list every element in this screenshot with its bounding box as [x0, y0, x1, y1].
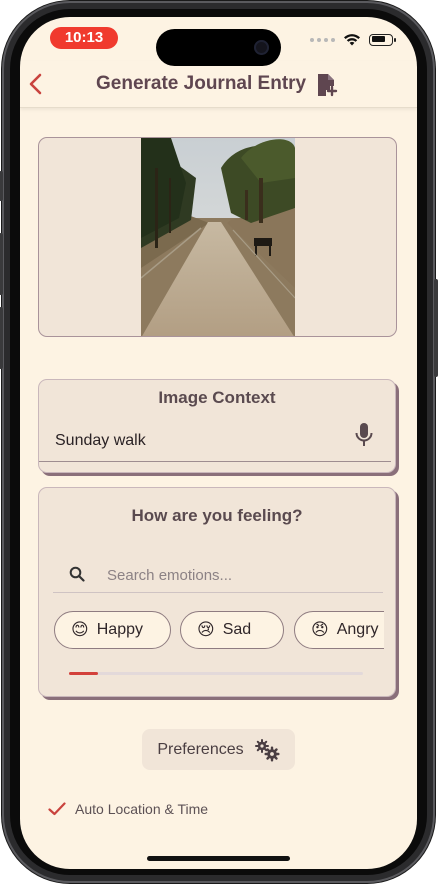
feelings-card: How are you feeling? 😊 Happy 😢 Sad 😠 Ang…: [38, 487, 396, 697]
microphone-icon[interactable]: [355, 422, 373, 448]
auto-location-toggle[interactable]: Auto Location & Time: [48, 801, 208, 817]
sad-emoji-icon: 😢: [197, 620, 215, 640]
status-time: 10:13: [50, 27, 118, 49]
chip-scroll-indicator[interactable]: [69, 672, 99, 675]
happy-emoji-icon: 😊: [71, 620, 89, 640]
emotion-chip-sad[interactable]: 😢 Sad: [180, 611, 284, 649]
journal-photo: [141, 138, 295, 336]
back-arrow-icon[interactable]: [24, 71, 50, 97]
image-preview-card[interactable]: [38, 137, 397, 337]
cellular-signal-icon: [310, 37, 335, 42]
search-icon: [69, 566, 85, 582]
home-indicator[interactable]: [147, 856, 290, 861]
chip-scroll-track[interactable]: [69, 672, 363, 675]
volume-down-button: [0, 307, 3, 369]
image-context-card: Image Context Sunday walk: [38, 379, 396, 473]
emotion-chip-label: Sad: [222, 621, 252, 638]
page-title: Generate Journal Entry: [96, 73, 307, 94]
image-context-input[interactable]: Sunday walk: [55, 432, 146, 450]
preferences-button[interactable]: Preferences: [142, 729, 295, 770]
battery-icon: [369, 33, 396, 46]
power-button: [434, 279, 438, 377]
emotion-chip-label: Happy: [96, 621, 143, 638]
action-button: [0, 171, 3, 201]
emotion-search-bar: [53, 558, 383, 593]
input-underline: [39, 461, 391, 462]
volume-up-button: [0, 233, 3, 295]
emotion-chip-list[interactable]: 😊 Happy 😢 Sad 😠 Angry: [54, 611, 384, 653]
emotion-chip-label: Angry: [336, 621, 379, 638]
emotion-search-input[interactable]: [105, 561, 369, 589]
emotion-chip-happy[interactable]: 😊 Happy: [54, 611, 171, 649]
auto-location-label: Auto Location & Time: [75, 801, 209, 817]
feelings-title: How are you feeling?: [131, 506, 303, 525]
camera-icon: [254, 40, 269, 55]
preferences-label: Preferences: [157, 740, 244, 758]
angry-emoji-icon: 😠: [311, 620, 329, 640]
status-icons: [310, 33, 396, 46]
emotion-chip-angry[interactable]: 😠 Angry: [294, 611, 384, 649]
gears-icon: [254, 738, 280, 761]
app-screen: 10:13 Generate Journal Entry Image Conte…: [20, 17, 417, 869]
new-document-icon[interactable]: [316, 73, 338, 97]
app-header: Generate Journal Entry: [20, 61, 417, 108]
checkmark-icon[interactable]: [48, 802, 66, 816]
wifi-icon: [344, 34, 360, 46]
image-context-title: Image Context: [158, 388, 276, 407]
